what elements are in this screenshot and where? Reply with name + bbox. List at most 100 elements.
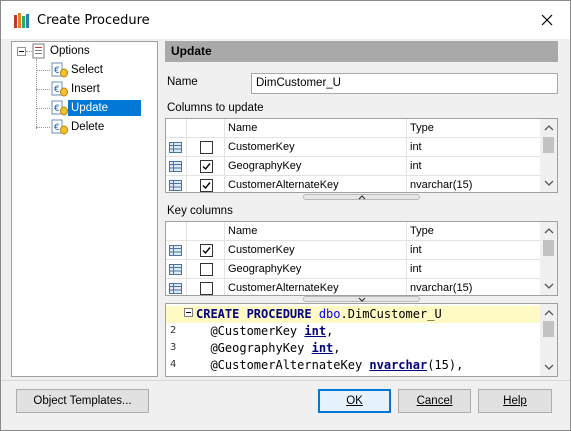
svg-text:€: € bbox=[54, 85, 60, 95]
line-number: 2 bbox=[170, 325, 177, 336]
scroll-down-icon[interactable] bbox=[544, 178, 554, 188]
svg-text:€: € bbox=[54, 66, 60, 76]
key-checkbox[interactable] bbox=[200, 282, 213, 295]
code-line[interactable]: 4 @CustomerAlternateKey nvarchar(15), bbox=[166, 357, 542, 374]
grid-splitter[interactable] bbox=[303, 194, 420, 200]
vertical-scrollbar[interactable] bbox=[540, 222, 557, 295]
tree-item-update[interactable]: € Update bbox=[51, 99, 141, 117]
scroll-down-icon[interactable] bbox=[544, 281, 554, 291]
scroll-thumb[interactable] bbox=[543, 137, 554, 153]
key-checkbox[interactable] bbox=[200, 244, 213, 257]
object-templates-button[interactable]: Object Templates... bbox=[16, 389, 149, 413]
procedure-name-input[interactable]: DimCustomer_U bbox=[251, 73, 558, 94]
cancel-label: Cancel bbox=[416, 395, 453, 407]
collapse-toggle[interactable] bbox=[17, 47, 26, 56]
tree-item-label: Insert bbox=[71, 83, 100, 95]
column-icon bbox=[169, 245, 182, 256]
code-text: @GeographyKey int, bbox=[196, 341, 341, 355]
ok-button[interactable]: OK bbox=[318, 389, 391, 413]
close-icon bbox=[541, 14, 553, 26]
editor-splitter[interactable] bbox=[303, 296, 420, 302]
name-column-header[interactable]: Name bbox=[228, 225, 257, 237]
svg-text:€: € bbox=[54, 123, 60, 133]
checkmark-icon bbox=[202, 163, 211, 171]
column-icon bbox=[169, 264, 182, 275]
code-line[interactable]: 2 @CustomerKey int, bbox=[166, 323, 542, 340]
scroll-thumb[interactable] bbox=[543, 321, 554, 337]
line-number: 3 bbox=[170, 342, 177, 353]
name-column-header[interactable]: Name bbox=[228, 122, 257, 134]
procedure-icon: € bbox=[51, 100, 68, 116]
column-type: nvarchar(15) bbox=[410, 179, 473, 191]
column-type: nvarchar(15) bbox=[410, 282, 473, 294]
table-row[interactable]: GeographyKey int bbox=[166, 260, 540, 279]
scroll-thumb[interactable] bbox=[543, 240, 554, 256]
close-button[interactable] bbox=[528, 5, 566, 35]
table-row[interactable]: CustomerAlternateKey nvarchar(15) bbox=[166, 279, 540, 295]
checkmark-icon bbox=[202, 182, 211, 190]
column-name: CustomerAlternateKey bbox=[228, 282, 339, 294]
chevron-up-icon bbox=[358, 195, 366, 200]
tree-item-options[interactable]: Options bbox=[31, 42, 93, 60]
vertical-scrollbar[interactable] bbox=[540, 304, 557, 376]
tree-item-label: Select bbox=[71, 64, 103, 76]
column-name: GeographyKey bbox=[228, 160, 302, 172]
scroll-up-icon[interactable] bbox=[544, 226, 554, 236]
chevron-down-icon bbox=[358, 297, 366, 302]
column-type: int bbox=[410, 160, 422, 172]
tree-item-label: Delete bbox=[71, 121, 105, 133]
scroll-up-icon[interactable] bbox=[544, 123, 554, 133]
svg-text:€: € bbox=[54, 104, 60, 114]
key-columns-label: Key columns bbox=[167, 205, 233, 217]
options-icon bbox=[32, 43, 45, 59]
vertical-scrollbar[interactable] bbox=[540, 119, 557, 192]
help-label: Help bbox=[503, 395, 527, 407]
scroll-down-icon[interactable] bbox=[544, 362, 554, 372]
sql-editor[interactable]: CREATE PROCEDURE dbo.DimCustomer_U 2 @Cus… bbox=[165, 303, 558, 377]
table-row[interactable]: CustomerKey int bbox=[166, 138, 540, 157]
column-icon bbox=[169, 283, 182, 294]
column-icon bbox=[169, 142, 182, 153]
table-row[interactable]: GeographyKey int bbox=[166, 157, 540, 176]
section-title: Update bbox=[171, 44, 212, 58]
column-icon bbox=[169, 161, 182, 172]
type-column-header[interactable]: Type bbox=[410, 122, 434, 134]
window-title: Create Procedure bbox=[37, 13, 150, 28]
procedure-icon: € bbox=[51, 62, 68, 78]
scroll-up-icon[interactable] bbox=[544, 308, 554, 318]
column-type: int bbox=[410, 244, 422, 256]
table-row[interactable]: CustomerKey int bbox=[166, 241, 540, 260]
key-checkbox[interactable] bbox=[200, 263, 213, 276]
table-row[interactable]: CustomerAlternateKey nvarchar(15) bbox=[166, 176, 540, 192]
include-checkbox[interactable] bbox=[200, 160, 213, 173]
column-name: CustomerKey bbox=[228, 141, 295, 153]
type-column-header[interactable]: Type bbox=[410, 225, 434, 237]
key-columns-grid: Name Type CustomerKey int GeographyKey i… bbox=[165, 221, 558, 296]
column-type: int bbox=[410, 263, 422, 275]
column-name: CustomerKey bbox=[228, 244, 295, 256]
tree-item-select[interactable]: € Select bbox=[51, 61, 106, 79]
cancel-button[interactable]: Cancel bbox=[398, 389, 471, 413]
code-text: @CustomerKey int, bbox=[196, 324, 334, 338]
columns-to-update-label: Columns to update bbox=[167, 102, 264, 114]
create-procedure-dialog: Create Procedure Options € Select € Inse… bbox=[0, 0, 571, 431]
help-button[interactable]: Help bbox=[478, 389, 552, 413]
column-type: int bbox=[410, 141, 422, 153]
tree-item-label: Options bbox=[50, 45, 90, 57]
app-icon bbox=[14, 13, 29, 28]
grid-header: Name Type bbox=[166, 119, 540, 138]
code-text: CREATE PROCEDURE dbo.DimCustomer_U bbox=[196, 307, 442, 321]
code-line[interactable]: 3 @GeographyKey int, bbox=[166, 340, 542, 357]
grid-header: Name Type bbox=[166, 222, 540, 241]
tree-item-label: Update bbox=[68, 100, 141, 116]
section-header: Update bbox=[165, 41, 558, 62]
column-name: GeographyKey bbox=[228, 263, 302, 275]
include-checkbox[interactable] bbox=[200, 179, 213, 192]
fold-toggle[interactable] bbox=[184, 308, 193, 317]
title-bar: Create Procedure bbox=[1, 1, 570, 39]
tree-item-delete[interactable]: € Delete bbox=[51, 118, 107, 136]
code-line[interactable]: CREATE PROCEDURE dbo.DimCustomer_U bbox=[166, 306, 542, 323]
tree-item-insert[interactable]: € Insert bbox=[51, 80, 103, 98]
include-checkbox[interactable] bbox=[200, 141, 213, 154]
options-tree: Options € Select € Insert € Update € Del… bbox=[11, 41, 158, 377]
